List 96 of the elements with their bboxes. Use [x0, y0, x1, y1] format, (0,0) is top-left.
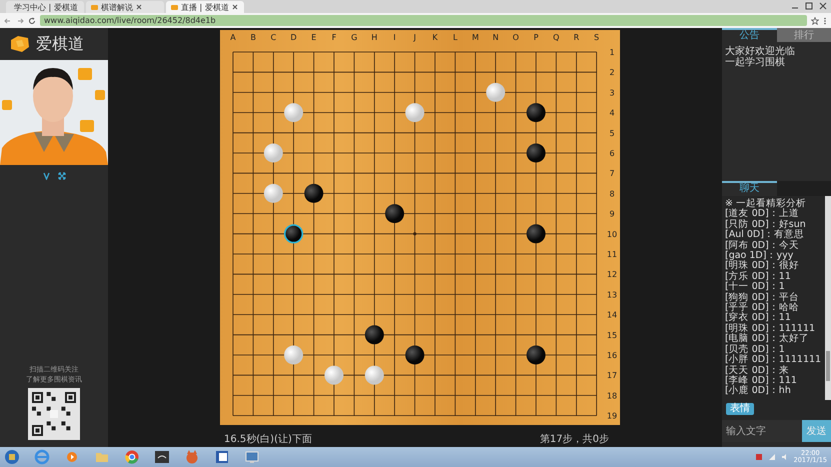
chat-message: [道友 0D]：上道 — [725, 209, 800, 220]
row-label: 17 — [606, 371, 618, 380]
chat-message: [电脑 0D]：太好了 — [725, 334, 810, 344]
chat-message: [gao 1D]：yyy — [725, 251, 794, 262]
column-label: K — [432, 33, 438, 42]
monitor-icon[interactable] — [244, 449, 260, 465]
row-label: 16 — [606, 351, 618, 360]
logo-text: 爱棋道 — [36, 34, 84, 54]
row-label: 7 — [609, 169, 615, 178]
column-label: A — [230, 33, 236, 42]
column-label: N — [492, 33, 499, 42]
column-label: R — [574, 33, 580, 42]
row-label: 2 — [609, 68, 615, 78]
fullscreen-icon[interactable] — [58, 172, 66, 180]
back-icon — [4, 16, 12, 24]
column-label: C — [270, 33, 276, 42]
close-icon — [136, 4, 142, 10]
flag-icon[interactable] — [754, 453, 763, 461]
reload-icon — [28, 16, 36, 24]
chat-message: [小鹿 0D]：hh — [725, 386, 792, 397]
column-label: E — [311, 33, 316, 42]
row-label: 5 — [609, 128, 615, 138]
row-label: 19 — [606, 412, 618, 421]
chat-message: [只防 0D]：好sun — [725, 220, 807, 230]
app-icon[interactable] — [154, 449, 170, 465]
chat-message: [方乐 0D]：11 — [725, 272, 792, 282]
column-label: M — [472, 33, 479, 42]
browser-tab[interactable]: 棋谱解说 — [86, 1, 164, 13]
chat-message: [明珠 0D]：很好 — [725, 261, 800, 272]
row-label: 15 — [606, 330, 618, 340]
star-icon — [811, 16, 819, 24]
browser-tab[interactable]: 直播 | 爱棋道 — [166, 1, 244, 13]
microphone-icon[interactable] — [42, 172, 50, 180]
chat-message: [狗狗 0D]：平台 — [725, 292, 800, 303]
column-label: L — [452, 33, 458, 42]
scrollbar[interactable] — [825, 196, 831, 400]
row-label: 12 — [606, 270, 618, 280]
logo-icon — [8, 35, 30, 53]
column-label: G — [351, 33, 358, 42]
column-label: J — [414, 33, 416, 42]
column-label: Q — [553, 33, 560, 42]
chat-message: [贝壳 0D]：1 — [725, 344, 786, 355]
game-info: 16.5秒(白)(让)下面 — [224, 432, 312, 446]
row-label: 14 — [606, 310, 618, 320]
column-label: B — [250, 33, 256, 42]
speaker-icon[interactable] — [780, 453, 789, 461]
chat-message: [阿布 0D]：今天 — [725, 240, 800, 251]
notice-text: 大家好欢迎光临 — [725, 46, 796, 57]
row-label: 1 — [609, 48, 615, 57]
column-label: F — [332, 33, 336, 42]
row-label: 13 — [606, 290, 618, 300]
chat-message: [穿衣 0D]：11 — [725, 313, 792, 324]
row-label: 6 — [609, 149, 615, 158]
chat-tab[interactable]: 聊天 — [722, 181, 776, 196]
network-icon[interactable] — [768, 453, 776, 461]
row-label: 11 — [606, 250, 618, 259]
chat-message: [小胖 0D]：1111111 — [725, 355, 822, 366]
browser-icon[interactable] — [34, 449, 50, 465]
row-label: 9 — [609, 210, 615, 219]
chrome-icon[interactable] — [124, 449, 140, 465]
notice-text: 一起学习围棋 — [725, 57, 786, 68]
address-field[interactable]: www.aiqidao.com/live/room/26452/8d4e1b — [40, 15, 807, 26]
chat-message: [乎乎 0D]：哈哈 — [725, 303, 800, 314]
chat-message: [天天 0D]：来 — [725, 366, 790, 376]
row-label: 4 — [609, 108, 615, 118]
row-label: 3 — [609, 88, 615, 98]
favicon-icon — [91, 4, 98, 10]
close-icon — [819, 2, 827, 10]
move-counter: 第17步，共0步 — [540, 432, 609, 446]
panel-tab[interactable]: 公告 — [722, 28, 776, 42]
chat-message: [明珠 0D]：111111 — [725, 324, 816, 334]
forward-icon — [16, 16, 24, 24]
qr-code — [28, 388, 80, 440]
chat-message: [李峰 0D]：111 — [725, 376, 798, 386]
column-label: D — [290, 33, 297, 42]
start-icon[interactable] — [4, 449, 20, 465]
browser-tab[interactable]: 学习中心 | 爱棋道 — [6, 1, 84, 13]
row-label: 18 — [606, 391, 618, 400]
maximize-icon — [805, 2, 813, 10]
chat-message: [Aul 0D]：有意思 — [725, 230, 805, 240]
column-label: H — [371, 33, 378, 42]
menu-icon — [823, 16, 827, 24]
favicon-icon — [171, 4, 178, 10]
row-label: 8 — [609, 189, 615, 198]
chat-input[interactable]: 输入文字 — [722, 420, 802, 442]
chat-message: [十一 0D]：1 — [725, 282, 786, 292]
close-icon — [232, 4, 238, 10]
column-label: O — [512, 33, 519, 42]
document-icon[interactable] — [214, 449, 230, 465]
column-label: S — [594, 33, 600, 42]
column-label: I — [393, 33, 396, 42]
fox-icon[interactable] — [184, 449, 200, 465]
chat-message: ※ 一起看精彩分析 — [725, 199, 807, 209]
row-label: 10 — [606, 230, 618, 239]
column-label: P — [534, 33, 538, 42]
media-icon[interactable] — [64, 449, 80, 465]
